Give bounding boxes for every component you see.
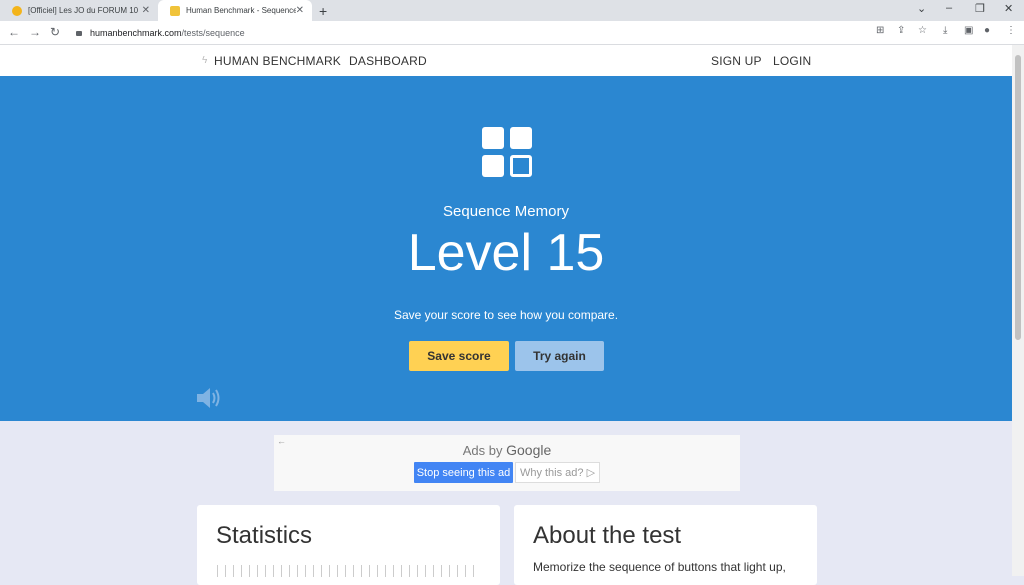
url-path: /tests/sequence <box>181 27 245 38</box>
scroll-thumb[interactable] <box>1015 55 1021 340</box>
new-tab-icon[interactable]: + <box>319 3 327 19</box>
statistics-card: Statistics <box>197 505 500 585</box>
profile-icon[interactable]: ● <box>984 26 994 36</box>
forward-icon[interactable]: → <box>29 25 41 39</box>
speaker-icon[interactable] <box>195 386 223 410</box>
ads-by-label: Ads by <box>462 443 503 458</box>
close-icon[interactable]: ✕ <box>296 5 304 16</box>
chevron-down-icon[interactable]: ⌄ <box>917 2 926 15</box>
back-icon[interactable]: ← <box>8 25 20 39</box>
smile-icon <box>12 5 22 16</box>
test-subtitle: Sequence Memory <box>443 203 569 220</box>
tab-title: Human Benchmark - Sequence M <box>186 6 296 15</box>
site-header: ϟ HUMAN BENCHMARK DASHBOARD SIGN UP LOGI… <box>0 45 1012 76</box>
download-icon[interactable]: ⤓ <box>943 26 953 36</box>
google-label: Google <box>506 442 552 458</box>
reload-icon[interactable]: ↻ <box>50 25 60 39</box>
dashboard-link[interactable]: DASHBOARD <box>349 54 427 68</box>
menu-icon[interactable]: ⋮ <box>1006 26 1016 36</box>
about-card: About the test Memorize the sequence of … <box>514 505 817 585</box>
share-icon[interactable]: ⇪ <box>897 26 907 36</box>
url-field[interactable]: humanbenchmark.com/tests/sequence <box>76 25 866 40</box>
google-ad: ← Ads by Google Stop seeing this ad Why … <box>274 435 740 491</box>
stop-seeing-ad-button[interactable]: Stop seeing this ad <box>414 462 513 483</box>
ads-by-google: Ads by Google <box>274 442 740 458</box>
statistics-title: Statistics <box>216 522 313 549</box>
window-close-icon[interactable]: ✕ <box>1004 2 1013 15</box>
try-again-button[interactable]: Try again <box>515 341 604 371</box>
about-title: About the test <box>533 522 682 549</box>
bookmark-star-icon[interactable]: ☆ <box>918 26 928 36</box>
close-icon[interactable]: ✕ <box>142 5 150 16</box>
login-link[interactable]: LOGIN <box>773 54 811 68</box>
chart-ticks <box>217 565 477 577</box>
tab-title: [Officiel] Les JO du FORUM 100% <box>28 6 138 15</box>
save-score-button[interactable]: Save score <box>409 341 509 371</box>
signup-link[interactable]: SIGN UP <box>711 54 762 68</box>
side-panel-icon[interactable]: ▣ <box>964 26 974 36</box>
about-text: Memorize the sequence of buttons that li… <box>533 560 786 574</box>
level-heading: Level 15 <box>407 224 605 282</box>
restore-icon[interactable]: ❐ <box>975 2 985 15</box>
page-scrollbar[interactable] <box>1012 45 1024 576</box>
sequence-grid-icon <box>482 127 534 179</box>
translate-icon[interactable]: ⊞ <box>876 26 886 36</box>
hero-panel: Sequence Memory Level 15 Save your score… <box>0 76 1012 421</box>
brand-link[interactable]: HUMAN BENCHMARK <box>214 54 341 68</box>
address-bar: ← → ↻ humanbenchmark.com/tests/sequence … <box>0 21 1024 45</box>
bolt-icon <box>170 5 180 16</box>
tab-human-benchmark[interactable]: Human Benchmark - Sequence M ✕ <box>158 0 312 21</box>
bolt-icon: ϟ <box>202 55 208 66</box>
url-domain: humanbenchmark.com <box>90 27 182 38</box>
tab-forum[interactable]: [Officiel] Les JO du FORUM 100% ✕ <box>0 0 158 21</box>
why-this-ad-button[interactable]: Why this ad? ▷ <box>515 462 600 483</box>
save-hint: Save your score to see how you compare. <box>393 308 619 322</box>
minimize-icon[interactable]: – <box>946 2 952 14</box>
lock-icon <box>76 31 82 36</box>
tab-strip: [Officiel] Les JO du FORUM 100% ✕ Human … <box>0 0 1024 21</box>
